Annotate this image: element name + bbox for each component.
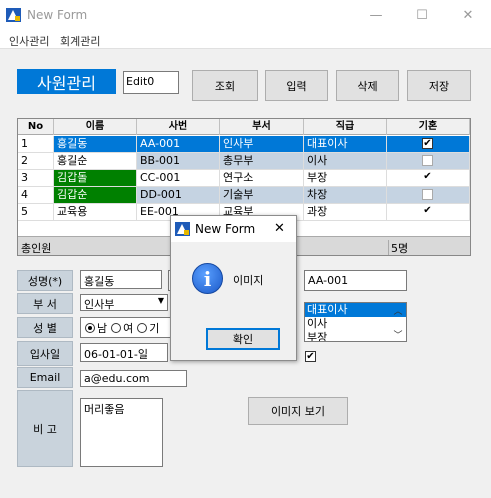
minimize-icon: — xyxy=(369,8,383,23)
status-bar xyxy=(0,472,491,498)
close-button[interactable]: ✕ xyxy=(445,0,491,31)
checkmark-icon[interactable]: ✔ xyxy=(422,172,433,183)
radio-male[interactable] xyxy=(85,322,95,333)
row-3-id[interactable]: CC-001 xyxy=(137,170,220,187)
column-header-name[interactable]: 이름 xyxy=(54,119,137,135)
chevron-down-icon[interactable]: ▼ xyxy=(158,296,164,305)
hire-date-label: 입사일 xyxy=(17,341,73,366)
dialog-title: New Form xyxy=(195,222,256,236)
column-header-id[interactable]: 사번 xyxy=(137,119,220,135)
gender-label: 성 별 xyxy=(17,317,73,338)
row-4-id[interactable]: DD-001 xyxy=(137,187,220,204)
row-3-married[interactable]: ✔ xyxy=(387,170,470,187)
dialog-close-icon[interactable]: ✕ xyxy=(274,221,285,236)
app-icon xyxy=(175,222,190,236)
app-icon xyxy=(6,8,21,22)
dept-label: 부 서 xyxy=(17,293,73,314)
row-2-name[interactable]: 홍길순 xyxy=(54,153,137,170)
maximize-icon: ☐ xyxy=(416,8,428,23)
hire-date-input[interactable]: 06-01-01-일 xyxy=(80,343,168,362)
dialog-message: 이미지 xyxy=(233,274,264,287)
row-2-no[interactable]: 2 xyxy=(18,153,54,170)
row-3-dept[interactable]: 연구소 xyxy=(220,170,304,187)
radio-other[interactable] xyxy=(137,322,148,333)
row-1-no[interactable]: 1 xyxy=(18,136,54,153)
title-bar: New Form — ☐ ✕ xyxy=(0,0,491,31)
info-icon: i xyxy=(192,263,223,294)
note-textarea[interactable]: 머리좋음 xyxy=(80,398,163,467)
checkbox-unchecked[interactable] xyxy=(422,155,433,166)
radio-other-label: 기 xyxy=(149,321,160,335)
menu-bar: 인사관리 회계관리 xyxy=(0,31,491,49)
dept-select[interactable]: 인사부 ▼ xyxy=(80,294,168,311)
menu-item-hr[interactable]: 인사관리 xyxy=(9,33,49,49)
row-5-no[interactable]: 5 xyxy=(18,204,54,221)
close-icon: ✕ xyxy=(462,8,474,23)
view-image-button[interactable]: 이미지 보기 xyxy=(248,397,348,425)
insert-button[interactable]: 입력 xyxy=(265,70,328,101)
gender-radio-group: 남 여 기 xyxy=(80,317,172,338)
row-1-married[interactable]: ✔ xyxy=(387,136,470,153)
radio-female-label: 여 xyxy=(123,321,134,335)
grid-header: No 이름 사번 부서 직급 기혼 xyxy=(18,119,470,135)
row-2-rank[interactable]: 이사 xyxy=(304,153,387,170)
window-title: New Form xyxy=(27,8,88,22)
row-2-married[interactable] xyxy=(387,153,470,170)
row-4-no[interactable]: 4 xyxy=(18,187,54,204)
row-5-married[interactable]: ✔ xyxy=(387,204,470,221)
maximize-button[interactable]: ☐ xyxy=(399,0,445,31)
row-4-name[interactable]: 김갑순 xyxy=(54,187,137,204)
email-input[interactable]: a@edu.com xyxy=(80,370,187,387)
row-1-id[interactable]: AA-001 xyxy=(137,136,220,153)
row-1-dept[interactable]: 인사부 xyxy=(220,136,304,153)
footer-total-count: 5명 xyxy=(388,240,408,255)
row-4-dept[interactable]: 기술부 xyxy=(220,187,304,204)
radio-female[interactable] xyxy=(111,322,122,333)
row-3-no[interactable]: 3 xyxy=(18,170,54,187)
column-header-no[interactable]: No xyxy=(18,119,54,135)
name-input[interactable]: 홍길동 xyxy=(80,270,162,289)
radio-male-label: 남 xyxy=(97,321,108,335)
checkmark-icon[interactable]: ✔ xyxy=(422,206,433,217)
column-header-rank[interactable]: 직급 xyxy=(304,119,387,135)
row-5-rank[interactable]: 과장 xyxy=(304,204,387,221)
page-title: 사원관리 xyxy=(17,69,116,94)
dialog-title-bar: New Form ✕ xyxy=(171,216,296,242)
checkbox-unchecked[interactable] xyxy=(422,189,433,200)
note-label: 비 고 xyxy=(17,390,73,467)
row-2-dept[interactable]: 총무부 xyxy=(220,153,304,170)
row-4-rank[interactable]: 차장 xyxy=(304,187,387,204)
row-3-rank[interactable]: 부장 xyxy=(304,170,387,187)
row-4-married[interactable] xyxy=(387,187,470,204)
edit-field[interactable]: Edit0 xyxy=(123,71,179,94)
message-dialog: New Form ✕ i 이미지 확인 xyxy=(170,215,297,361)
scroll-down-icon[interactable]: ﹀ xyxy=(390,327,406,341)
dept-select-value: 인사부 xyxy=(84,298,115,311)
married-checkbox[interactable]: ✔ xyxy=(305,351,316,362)
email-label: Email xyxy=(17,367,73,388)
name-label: 성명(*) xyxy=(17,270,73,291)
footer-total-label: 총인원 xyxy=(21,242,52,255)
save-button[interactable]: 저장 xyxy=(407,70,471,101)
ok-button[interactable]: 확인 xyxy=(206,328,280,350)
employee-id-input[interactable]: AA-001 xyxy=(304,270,407,291)
minimize-button[interactable]: — xyxy=(353,0,399,31)
column-header-married[interactable]: 기혼 xyxy=(387,119,470,135)
menu-item-accounting[interactable]: 회계관리 xyxy=(60,33,100,49)
row-5-name[interactable]: 교육용 xyxy=(54,204,137,221)
rank-listbox[interactable]: 대표이사 이사 부장 ︿ ﹀ xyxy=(304,302,407,342)
scroll-up-icon[interactable]: ︿ xyxy=(390,303,406,317)
row-1-name[interactable]: 홍길동 xyxy=(54,136,137,153)
checkbox-checked[interactable]: ✔ xyxy=(422,138,433,149)
delete-button[interactable]: 삭제 xyxy=(336,70,399,101)
row-2-id[interactable]: BB-001 xyxy=(137,153,220,170)
row-1-rank[interactable]: 대표이사 xyxy=(304,136,387,153)
column-header-dept[interactable]: 부서 xyxy=(220,119,304,135)
row-3-name[interactable]: 김갑돌 xyxy=(54,170,137,187)
search-button[interactable]: 조회 xyxy=(192,70,258,101)
